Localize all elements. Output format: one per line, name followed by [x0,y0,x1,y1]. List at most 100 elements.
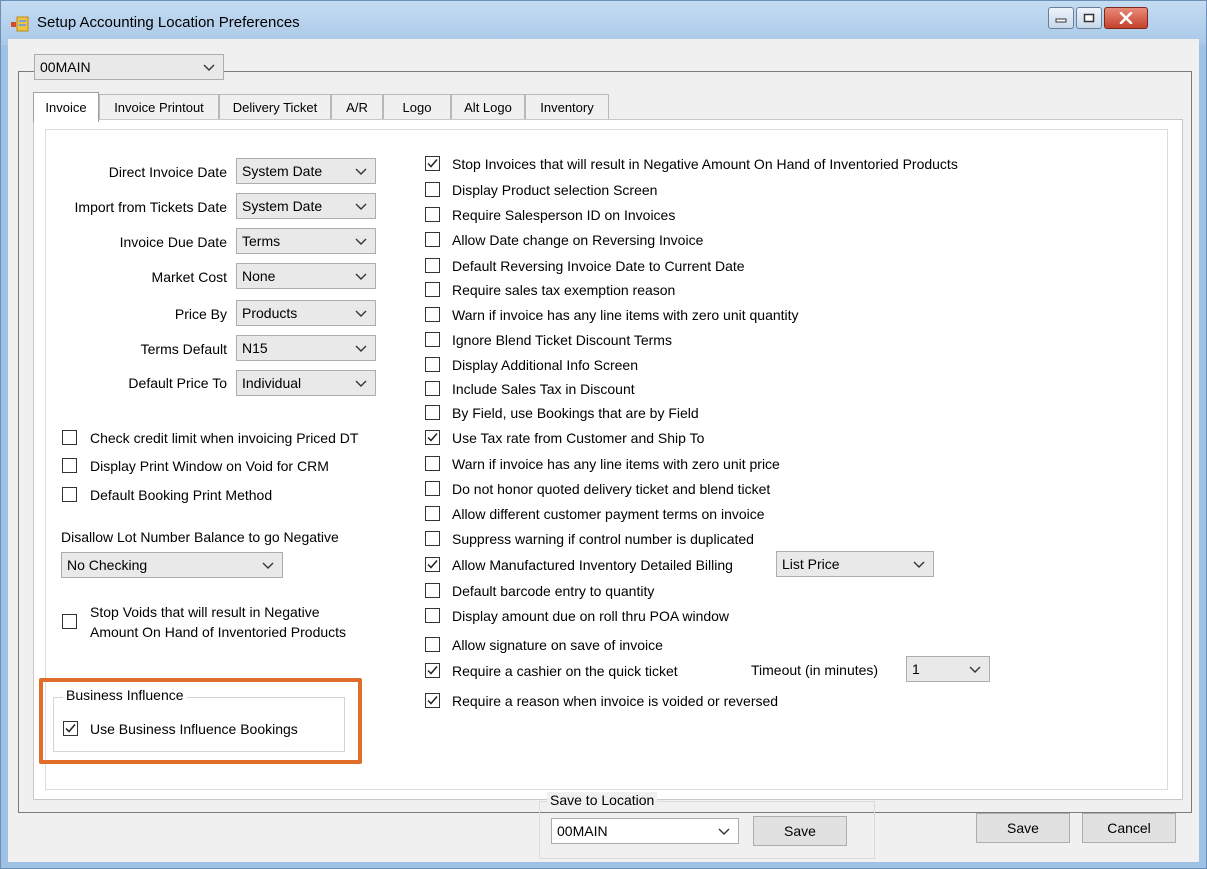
option-checkbox[interactable] [425,430,440,445]
option-checkbox[interactable] [425,693,440,708]
option-checkbox[interactable] [425,156,440,171]
close-icon [1119,12,1133,24]
option-label: Allow different customer payment terms o… [452,506,765,522]
option-checkbox[interactable] [425,663,440,678]
option-checkbox[interactable] [425,307,440,322]
stop-voids-checkbox[interactable] [62,614,77,629]
button-label: Save [1007,820,1039,836]
option-label: Allow Manufactured Inventory Detailed Bi… [452,557,733,573]
option-checkbox[interactable] [425,258,440,273]
import-from-tickets-date-select[interactable]: System Date [236,193,376,219]
select-value: No Checking [67,557,148,573]
chevron-down-icon [355,380,367,387]
display-print-window-checkbox[interactable] [62,458,77,473]
timeout-label: Timeout (in minutes) [751,662,879,678]
option-checkbox[interactable] [425,481,440,496]
option-checkbox[interactable] [425,357,440,372]
checkmark-icon [65,724,76,733]
field-label-direct-invoice-date: Direct Invoice Date [108,164,227,180]
select-value: 1 [912,661,920,677]
direct-invoice-date-select[interactable]: System Date [236,158,376,184]
chevron-down-icon [969,666,981,673]
tab-label: Invoice Printout [114,100,204,115]
check-credit-limit-checkbox[interactable] [62,430,77,445]
close-button[interactable] [1104,7,1148,29]
invoice-due-date-select[interactable]: Terms [236,228,376,254]
checkmark-icon [427,433,438,442]
terms-default-select[interactable]: N15 [236,335,376,361]
field-label-invoice-due-date: Invoice Due Date [119,234,227,250]
tab-alt-logo[interactable]: Alt Logo [451,94,525,120]
option-checkbox[interactable] [425,182,440,197]
chevron-down-icon [355,203,367,210]
checkmark-icon [427,159,438,168]
tab-inventory[interactable]: Inventory [525,94,609,120]
field-label-market-cost: Market Cost [151,269,227,285]
maximize-button[interactable] [1076,7,1102,29]
detailed-billing-select[interactable]: List Price [776,551,934,577]
field-label-import-from-tickets-date: Import from Tickets Date [74,199,227,215]
option-label: Default barcode entry to quantity [452,583,655,599]
option-label: Ignore Blend Ticket Discount Terms [452,332,672,348]
option-label: Require a reason when invoice is voided … [452,693,779,709]
default-price-to-select[interactable]: Individual [236,370,376,396]
option-checkbox[interactable] [425,637,440,652]
option-checkbox[interactable] [425,456,440,471]
option-checkbox[interactable] [425,506,440,521]
option-label: Include Sales Tax in Discount [452,381,635,397]
tab-invoice[interactable]: Invoice [33,92,99,122]
select-value: List Price [782,556,840,572]
minimize-icon [1055,18,1067,23]
use-business-influence-checkbox[interactable] [63,721,78,736]
chevron-down-icon [355,310,367,317]
option-checkbox[interactable] [425,557,440,572]
option-label: Require Salesperson ID on Invoices [452,207,676,223]
chevron-down-icon [913,561,925,568]
option-label: Display Product selection Screen [452,182,658,198]
minimize-button[interactable] [1048,7,1074,29]
app-icon [11,16,29,32]
tab-delivery-ticket[interactable]: Delivery Ticket [219,94,331,120]
select-value: Individual [242,375,302,391]
lot-balance-select[interactable]: No Checking [61,552,283,578]
field-label-default-price-to: Default Price To [128,375,227,391]
option-checkbox[interactable] [425,583,440,598]
option-label: Display Additional Info Screen [452,357,638,373]
field-label-price-by: Price By [174,306,227,322]
tab-ar[interactable]: A/R [331,94,383,120]
save-to-location-button[interactable]: Save [753,816,847,846]
option-checkbox[interactable] [425,282,440,297]
option-checkbox[interactable] [425,381,440,396]
option-checkbox[interactable] [425,405,440,420]
option-label: Default Reversing Invoice Date to Curren… [452,258,745,274]
tab-logo[interactable]: Logo [383,94,451,120]
option-checkbox[interactable] [425,207,440,222]
location-select[interactable]: 00MAIN [34,54,224,80]
save-to-location-select[interactable]: 00MAIN [551,818,739,844]
default-booking-print-checkbox[interactable] [62,487,77,502]
business-influence-title: Business Influence [63,687,187,703]
tab-label: Logo [402,100,432,115]
tab-label: Delivery Ticket [232,100,318,115]
select-value: 00MAIN [557,823,608,839]
chevron-down-icon [203,64,215,71]
save-button[interactable]: Save [976,813,1070,843]
option-checkbox[interactable] [425,232,440,247]
timeout-select[interactable]: 1 [906,656,990,682]
select-value: System Date [242,163,323,179]
market-cost-select[interactable]: None [236,263,376,289]
select-value: None [242,268,276,284]
tab-invoice-printout[interactable]: Invoice Printout [99,94,219,120]
default-booking-print-label: Default Booking Print Method [90,487,273,503]
option-label: Suppress warning if control number is du… [452,531,754,547]
option-checkbox[interactable] [425,332,440,347]
use-business-influence-label: Use Business Influence Bookings [90,721,298,737]
option-checkbox[interactable] [425,531,440,546]
checkmark-icon [427,560,438,569]
option-checkbox[interactable] [425,608,440,623]
price-by-select[interactable]: Products [236,300,376,326]
tab-label: Inventory [540,100,594,115]
option-label: Warn if invoice has any line items with … [452,307,799,323]
select-value: System Date [242,198,323,214]
cancel-button[interactable]: Cancel [1082,813,1176,843]
